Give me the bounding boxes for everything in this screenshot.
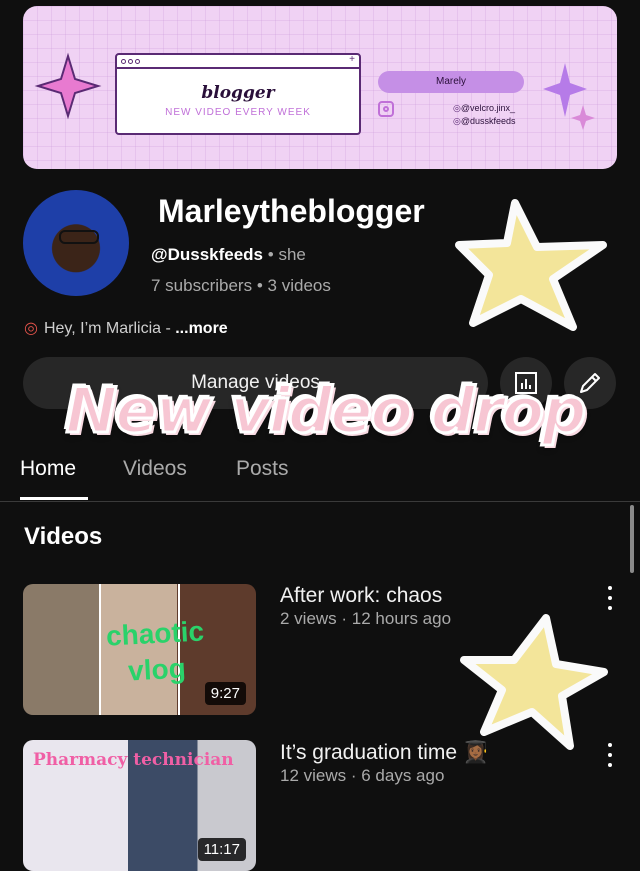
video-duration: 9:27 <box>204 682 246 705</box>
banner-subtitle: NEW VIDEO EVERY WEEK <box>165 107 311 118</box>
video-duration: 11:17 <box>197 838 246 861</box>
target-icon: ◎ <box>24 320 38 337</box>
avatar-glasses <box>59 230 99 244</box>
sparkle-icon <box>543 63 595 130</box>
video-count: 3 videos <box>267 276 331 295</box>
channel-banner: + blogger NEW VIDEO EVERY WEEK Marely @v… <box>23 6 617 169</box>
banner-pill: Marely <box>378 71 524 93</box>
sparkle-icon <box>34 52 102 120</box>
window-dot <box>135 58 140 64</box>
banner-window: + blogger NEW VIDEO EVERY WEEK <box>115 53 361 135</box>
instagram-icon <box>378 101 394 117</box>
separator: • <box>256 276 263 295</box>
channel-tabs: Home Videos Posts <box>0 445 640 502</box>
plus-icon: + <box>349 54 355 65</box>
channel-handle: @Dusskfeeds <box>151 245 264 264</box>
tab-videos[interactable]: Videos <box>123 457 187 481</box>
description-text: Hey, I’m Marlicia - <box>43 320 176 337</box>
video-title[interactable]: After work: chaos <box>280 584 442 608</box>
video-thumbnail[interactable]: chaotic vlog 9:27 <box>23 584 256 715</box>
thumbnail-caption: chaotic vlog <box>105 615 205 687</box>
tab-posts[interactable]: Posts <box>236 457 289 481</box>
more-link[interactable]: ...more <box>175 320 227 337</box>
channel-stats: 7 subscribers • 3 videos <box>151 276 331 296</box>
sticker-overlay-text: New video drop <box>64 373 588 449</box>
scrollbar[interactable] <box>630 505 634 573</box>
tab-home[interactable]: Home <box>20 457 76 481</box>
video-thumbnail[interactable]: Pharmacy technician 11:17 <box>23 740 256 871</box>
banner-title: blogger <box>201 83 275 103</box>
active-tab-indicator <box>20 497 88 500</box>
star-sticker-icon <box>460 614 608 750</box>
video-meta: 2 views · 12 hours ago <box>280 609 452 628</box>
separator: • <box>267 245 274 264</box>
channel-avatar[interactable] <box>23 190 129 296</box>
thumbnail-caption: Pharmacy technician <box>33 750 234 770</box>
channel-name: Marleytheblogger <box>158 193 425 229</box>
window-dot <box>128 58 133 64</box>
section-title: Videos <box>24 523 103 550</box>
banner-handle: @dusskfeeds <box>453 115 516 128</box>
channel-description[interactable]: ◎ Hey, I’m Marlicia - ...more <box>24 318 228 338</box>
banner-handles: @velcro.jinx_ @dusskfeeds <box>453 102 516 128</box>
channel-handle-line: @Dusskfeeds • she <box>151 245 306 265</box>
window-dot <box>121 58 126 64</box>
banner-handle: @velcro.jinx_ <box>453 102 516 115</box>
video-meta: 12 views · 6 days ago <box>280 766 445 785</box>
more-options-icon[interactable] <box>604 586 616 610</box>
window-titlebar: + <box>117 54 359 69</box>
star-sticker-icon <box>455 199 607 331</box>
subscriber-count: 7 subscribers <box>151 276 253 295</box>
channel-pronoun: she <box>278 245 306 264</box>
